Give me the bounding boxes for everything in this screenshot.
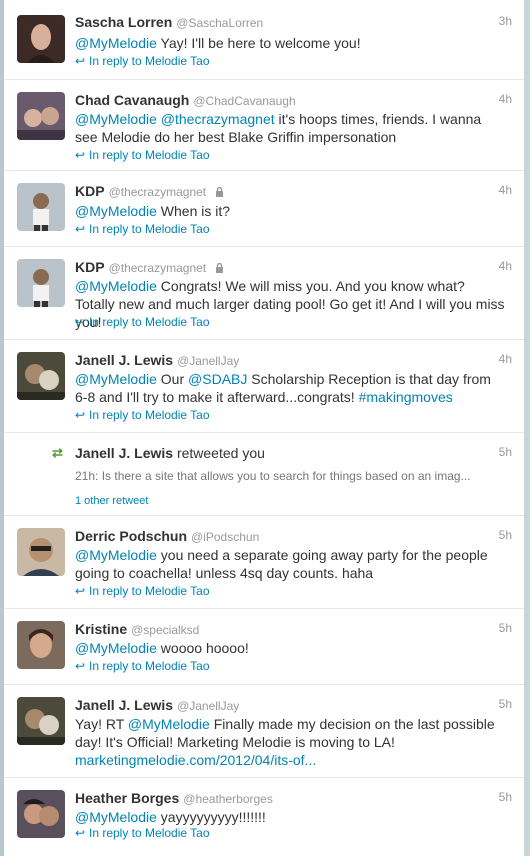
in-reply-to-link[interactable]: ↩ In reply to Melodie Tao <box>75 222 210 236</box>
in-reply-to-link[interactable]: ↩ In reply to Melodie Tao <box>75 54 210 68</box>
mention-link[interactable]: @SDABJ <box>188 371 247 387</box>
tweet-text: @MyMelodie Our @SDABJ Scholarship Recept… <box>75 371 491 405</box>
author-handle[interactable]: @iPodschun <box>191 530 259 544</box>
author-name[interactable]: Heather Borges <box>75 790 179 806</box>
hashtag-link[interactable]: #makingmoves <box>359 389 453 405</box>
author-handle[interactable]: @specialksd <box>131 623 199 637</box>
tweet-text: @MyMelodie Yay! I'll be here to welcome … <box>75 35 361 51</box>
tweet-item[interactable]: KDP @thecrazymagnet 4h @MyMelodie When is… <box>4 171 524 247</box>
tweet-item[interactable]: Janell J. Lewis @JanellJay 5h Yay! RT @My… <box>4 685 524 778</box>
in-reply-to-link[interactable]: ↩ In reply to Melodie Tao <box>75 826 210 840</box>
avatar[interactable] <box>17 15 65 63</box>
mention-link[interactable]: @MyMelodie <box>75 35 157 51</box>
author-name[interactable]: KDP <box>75 183 105 199</box>
tweet-item[interactable]: Janell J. Lewis @JanellJay 4h @MyMelodie … <box>4 340 524 433</box>
lock-icon <box>215 184 224 202</box>
avatar[interactable] <box>17 183 65 231</box>
tweet-text: @MyMelodie yayyyyyyyyy!!!!!!! <box>75 809 266 825</box>
avatar[interactable] <box>17 790 65 838</box>
mention-link[interactable]: @MyMelodie <box>75 640 157 656</box>
tweet-text: @MyMelodie When is it? <box>75 203 231 219</box>
timestamp[interactable]: 4h <box>499 183 512 197</box>
tweet-item[interactable]: KDP @thecrazymagnet 4h @MyMelodie Congrat… <box>4 247 524 340</box>
timestamp[interactable]: 5h <box>499 621 512 635</box>
avatar[interactable] <box>17 697 65 745</box>
lock-icon <box>215 260 224 278</box>
in-reply-to-link[interactable]: ↩ In reply to Melodie Tao <box>75 659 210 673</box>
other-retweet-link[interactable]: 1 other retweet <box>75 495 148 507</box>
author-handle[interactable]: @SaschaLorren <box>176 16 263 30</box>
tweet-item[interactable]: Chad Cavanaugh @ChadCavanaugh 4h @MyMelod… <box>4 80 524 171</box>
avatar[interactable] <box>17 352 65 400</box>
timestamp[interactable]: 5h <box>499 528 512 542</box>
author-handle[interactable]: @JanellJay <box>177 354 239 368</box>
timestamp[interactable]: 4h <box>499 352 512 366</box>
reply-arrow-icon: ↩ <box>75 659 86 673</box>
author-name[interactable]: KDP <box>75 259 105 275</box>
mention-link[interactable]: @MyMelodie <box>75 203 157 219</box>
avatar[interactable] <box>17 259 65 307</box>
reply-arrow-icon: ↩ <box>75 148 86 162</box>
mention-link[interactable]: @MyMelodie <box>75 547 157 563</box>
scrollbar[interactable] <box>524 0 530 856</box>
mention-link[interactable]: @MyMelodie <box>75 809 157 825</box>
reply-arrow-icon: ↩ <box>75 54 86 68</box>
author-name[interactable]: Janell J. Lewis <box>75 697 173 713</box>
mention-link[interactable]: @MyMelodie <box>75 371 157 387</box>
author-handle[interactable]: @ChadCavanaugh <box>193 94 295 108</box>
retweeted-tweet-snippet[interactable]: 21h: Is there a site that allows you to … <box>75 469 512 483</box>
author-name[interactable]: Sascha Lorren <box>75 14 172 30</box>
in-reply-to-link[interactable]: ↩ In reply to Melodie Tao <box>75 408 210 422</box>
mention-link[interactable]: @thecrazymagnet <box>161 111 275 127</box>
mention-link[interactable]: @MyMelodie <box>128 716 210 732</box>
in-reply-to-link[interactable]: ↩ In reply to Melodie Tao <box>75 148 210 162</box>
author-handle[interactable]: @heatherborges <box>183 792 273 806</box>
tweet-item[interactable]: Sascha Lorren @SaschaLorren 3h @MyMelodie… <box>4 0 524 80</box>
avatar[interactable] <box>17 92 65 140</box>
reply-arrow-icon: ↩ <box>75 584 86 598</box>
url-link[interactable]: marketingmelodie.com/2012/04/its-of... <box>75 752 316 768</box>
in-reply-to-link[interactable]: ↩ In reply to Melodie Tao <box>75 315 210 329</box>
retweet-notification[interactable]: ⇄ Janell J. Lewis retweeted you 5h 21h: … <box>4 433 524 516</box>
author-name[interactable]: Chad Cavanaugh <box>75 92 189 108</box>
avatar[interactable] <box>17 528 65 576</box>
timestamp[interactable]: 4h <box>499 259 512 273</box>
timestamp[interactable]: 5h <box>499 790 512 804</box>
timestamp[interactable]: 5h <box>499 445 512 459</box>
author-handle[interactable]: @thecrazymagnet <box>109 261 207 275</box>
mention-link[interactable]: @MyMelodie <box>75 111 157 127</box>
tweet-item[interactable]: Derric Podschun @iPodschun 5h @MyMelodie … <box>4 516 524 609</box>
author-name[interactable]: Kristine <box>75 621 127 637</box>
retweet-icon: ⇄ <box>52 445 63 460</box>
author-name[interactable]: Derric Podschun <box>75 528 187 544</box>
in-reply-to-link[interactable]: ↩ In reply to Melodie Tao <box>75 584 210 598</box>
reply-arrow-icon: ↩ <box>75 222 86 236</box>
timestamp[interactable]: 5h <box>499 697 512 711</box>
tweet-item[interactable]: Heather Borges @heatherborges 5h @MyMelod… <box>4 778 524 856</box>
avatar[interactable] <box>17 621 65 669</box>
reply-arrow-icon: ↩ <box>75 315 86 329</box>
reply-arrow-icon: ↩ <box>75 408 86 422</box>
timestamp[interactable]: 4h <box>499 92 512 106</box>
author-handle[interactable]: @thecrazymagnet <box>109 185 207 199</box>
tweet-text: @MyMelodie you need a separate going awa… <box>75 547 488 581</box>
tweet-text: @MyMelodie @thecrazymagnet it's hoops ti… <box>75 111 482 145</box>
retweeter-name[interactable]: Janell J. Lewis <box>75 445 173 461</box>
retweet-action: retweeted you <box>173 445 265 461</box>
timestamp[interactable]: 3h <box>499 14 512 28</box>
mention-link[interactable]: @MyMelodie <box>75 278 157 294</box>
author-name[interactable]: Janell J. Lewis <box>75 352 173 368</box>
author-handle[interactable]: @JanellJay <box>177 699 239 713</box>
reply-arrow-icon: ↩ <box>75 826 86 840</box>
tweet-text: @MyMelodie woooo hoooo! <box>75 640 249 656</box>
timeline-feed: Sascha Lorren @SaschaLorren 3h @MyMelodie… <box>4 0 524 856</box>
tweet-item[interactable]: Kristine @specialksd 5h @MyMelodie woooo … <box>4 609 524 685</box>
tweet-text: Yay! RT @MyMelodie Finally made my decis… <box>75 716 495 768</box>
